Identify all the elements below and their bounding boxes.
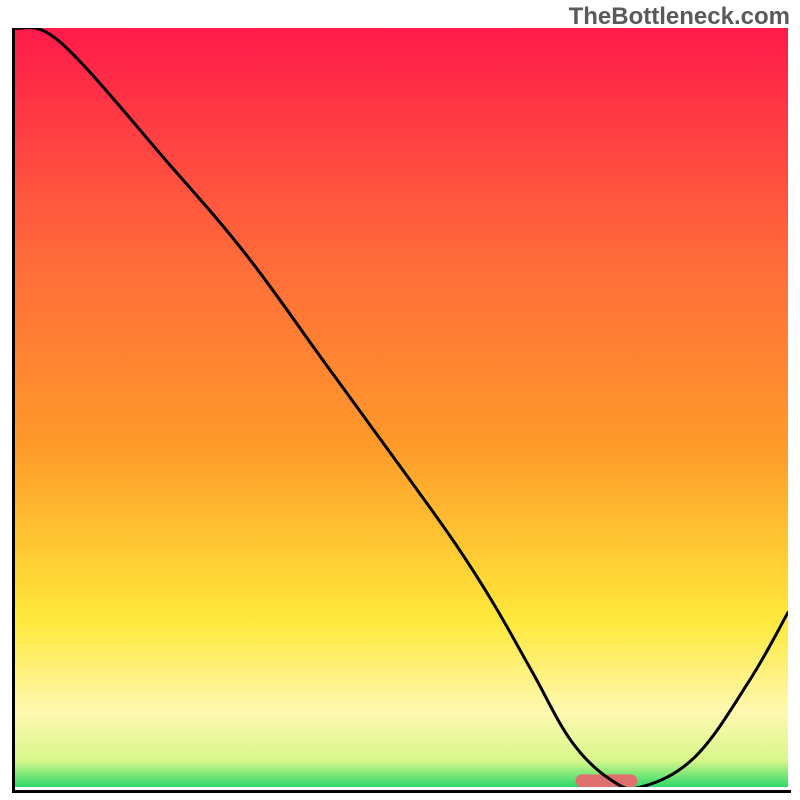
- chart-container: TheBottleneck.com: [0, 0, 800, 800]
- watermark-text: TheBottleneck.com: [569, 3, 790, 31]
- plot-axes: [12, 28, 791, 793]
